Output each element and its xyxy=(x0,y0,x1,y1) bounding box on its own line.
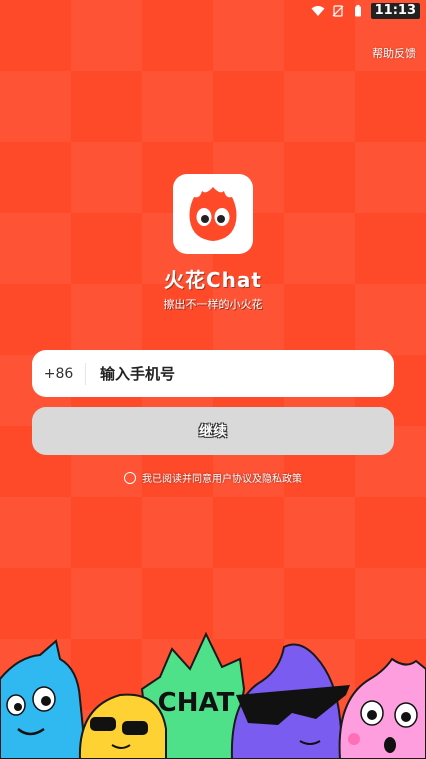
no-sim-icon xyxy=(332,5,344,17)
pink-mascot xyxy=(338,657,426,759)
yellow-mascot xyxy=(78,693,167,759)
battery-icon xyxy=(354,5,361,17)
app-slogan: 擦出不一样的小火花 xyxy=(163,298,263,311)
mascot-illustration: CHAT xyxy=(0,631,426,759)
app-name: 火花Chat xyxy=(164,268,262,292)
continue-button[interactable]: 继续 xyxy=(32,407,394,455)
status-time: 11:13 xyxy=(370,3,420,19)
app-logo xyxy=(173,174,253,254)
purple-mascot xyxy=(230,643,350,759)
country-code-selector[interactable]: +86 xyxy=(32,362,86,385)
agreement-row: 我已阅读并同意用户协议及隐私政策 xyxy=(0,470,426,485)
help-feedback-link[interactable]: 帮助反馈 xyxy=(372,45,416,61)
flame-mascot-icon xyxy=(189,187,237,241)
phone-input-row: +86 xyxy=(32,350,394,397)
blue-mascot xyxy=(0,639,88,759)
wifi-icon xyxy=(311,6,325,16)
phone-number-input[interactable] xyxy=(86,364,394,383)
agreement-text[interactable]: 我已阅读并同意用户协议及隐私政策 xyxy=(142,470,302,485)
agreement-checkbox[interactable] xyxy=(124,471,136,484)
chat-label: CHAT xyxy=(158,688,235,718)
status-bar: 11:13 xyxy=(0,0,426,22)
